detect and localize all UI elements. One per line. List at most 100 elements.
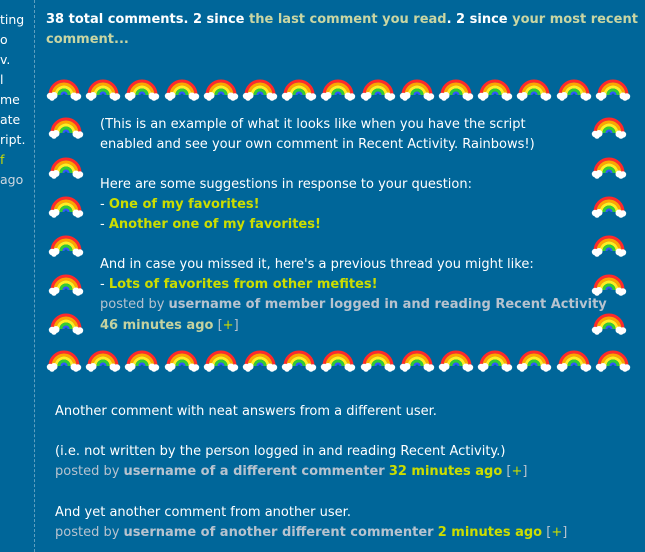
posted-by-line: posted by username of a different commen… [55, 462, 635, 482]
rainbow-icon [595, 79, 631, 101]
posted-by-line: posted by username of member logged in a… [100, 295, 607, 315]
timestamp-link[interactable]: 32 minutes ago [389, 464, 502, 479]
username-link[interactable]: username of member logged in and reading… [169, 297, 607, 312]
highlight-comment-line: (This is an example of what it looks lik… [100, 117, 526, 132]
rainbow-icon [282, 79, 317, 101]
posted-by-line: posted by username of another different … [55, 523, 635, 543]
rainbow-icon [438, 350, 474, 372]
favorite-link[interactable]: Another one of my favorites! [109, 217, 321, 232]
rainbow-icon [86, 79, 121, 101]
column-divider [34, 0, 35, 552]
left-fragment: ago [0, 172, 24, 187]
left-fragment: ript. [0, 132, 26, 147]
rainbow-icon [48, 235, 84, 257]
rainbow-icon [517, 350, 552, 372]
favorite-plus-button[interactable]: [+] [506, 464, 527, 479]
comment-text: And yet another comment from another use… [55, 505, 351, 520]
rainbow-icon [48, 196, 84, 218]
total-comments-text: 38 total comments. 2 since [46, 12, 250, 27]
suggestions-intro: Here are some suggestions in response to… [100, 177, 472, 192]
rainbow-side-right [591, 233, 627, 257]
posted-by-label: posted by [55, 525, 120, 540]
rainbow-icon [125, 79, 160, 101]
rainbow-icon [48, 117, 84, 139]
rainbow-side-right [591, 115, 627, 139]
rainbow-icon [164, 350, 199, 372]
bullet: - [100, 277, 105, 292]
rainbow-icon [591, 235, 627, 257]
rainbow-icon [360, 79, 395, 101]
posted-by-label: posted by [100, 297, 165, 312]
timestamp-link[interactable]: 46 minutes ago [100, 318, 213, 333]
rainbow-icon [360, 350, 395, 372]
rainbow-icon [203, 350, 239, 372]
rainbow-side-left [48, 194, 84, 218]
rainbow-icon [591, 117, 627, 139]
left-fragment: ting [0, 12, 25, 27]
timestamp-line: 46 minutes ago [+] [100, 316, 590, 336]
rainbow-side-left [48, 155, 84, 179]
favorite-plus-button[interactable]: [+] [546, 525, 567, 540]
rainbow-icon [591, 313, 627, 335]
last-read-link[interactable]: the last comment you read [249, 12, 447, 27]
left-fragment: me [0, 92, 20, 107]
timestamp-link[interactable]: 2 minutes ago [438, 525, 542, 540]
username-link[interactable]: username of another different commenter [124, 525, 434, 540]
rainbow-icon [321, 350, 356, 372]
rainbow-icon [86, 350, 121, 372]
rainbow-icon [125, 350, 160, 372]
rainbow-icon [48, 157, 84, 179]
rainbow-icon [478, 350, 513, 372]
rainbow-side-left [48, 311, 84, 335]
rainbow-icon [164, 79, 199, 101]
rainbow-side-right [591, 272, 627, 296]
rainbow-icon [282, 350, 317, 372]
rainbow-icon [48, 313, 84, 335]
rainbow-icon [591, 274, 627, 296]
highlight-comment-line: enabled and see your own comment in Rece… [100, 137, 535, 152]
left-fragment: ate [0, 112, 21, 127]
left-fragment: l [0, 72, 4, 87]
rainbow-icon [321, 79, 356, 101]
rainbow-side-left [48, 115, 84, 139]
left-fragment: o [0, 32, 8, 47]
rainbow-side-right [591, 155, 627, 179]
rainbow-icon [478, 79, 513, 101]
rainbow-icon [46, 350, 82, 372]
rainbow-icon [46, 79, 82, 101]
since-text: . 2 since [446, 12, 513, 27]
left-sidebar-fragments: ting o v. l me ate ript. f ago [0, 10, 32, 190]
favorite-plus-button[interactable]: [+] [218, 318, 239, 333]
rainbow-icon [438, 79, 474, 101]
left-fragment-link[interactable]: f [0, 150, 32, 170]
suggestion-item: - One of my favorites! [100, 195, 590, 215]
username-link[interactable]: username of a different commenter [124, 464, 385, 479]
rainbow-icon [399, 350, 435, 372]
rainbow-icon [517, 79, 552, 101]
rainbow-side-right [591, 311, 627, 335]
left-fragment: v. [0, 52, 11, 67]
rainbow-icon [203, 79, 239, 101]
comment-text: (i.e. not written by the person logged i… [55, 444, 506, 459]
comment-count-header: 38 total comments. 2 since the last comm… [46, 10, 641, 50]
rainbow-icon [242, 79, 278, 101]
bullet: - [100, 197, 105, 212]
rainbow-icon [242, 350, 278, 372]
rainbow-icon [591, 196, 627, 218]
missed-intro: And in case you missed it, here's a prev… [100, 257, 534, 272]
rainbow-side-left [48, 233, 84, 257]
rainbow-border-top [46, 77, 631, 101]
posted-by-label: posted by [55, 464, 120, 479]
favorite-link[interactable]: One of my favorites! [109, 197, 260, 212]
rainbow-icon [48, 274, 84, 296]
bullet: - [100, 217, 105, 232]
thread-link[interactable]: Lots of favorites from other mefites! [109, 277, 378, 292]
rainbow-icon [399, 79, 435, 101]
rainbow-side-left [48, 272, 84, 296]
rainbow-icon [595, 350, 631, 372]
rainbow-icon [556, 79, 591, 101]
rainbow-side-right [591, 194, 627, 218]
rainbow-icon [591, 157, 627, 179]
thread-item: - Lots of favorites from other mefites! [100, 275, 590, 295]
rainbow-border-bottom [46, 348, 631, 372]
